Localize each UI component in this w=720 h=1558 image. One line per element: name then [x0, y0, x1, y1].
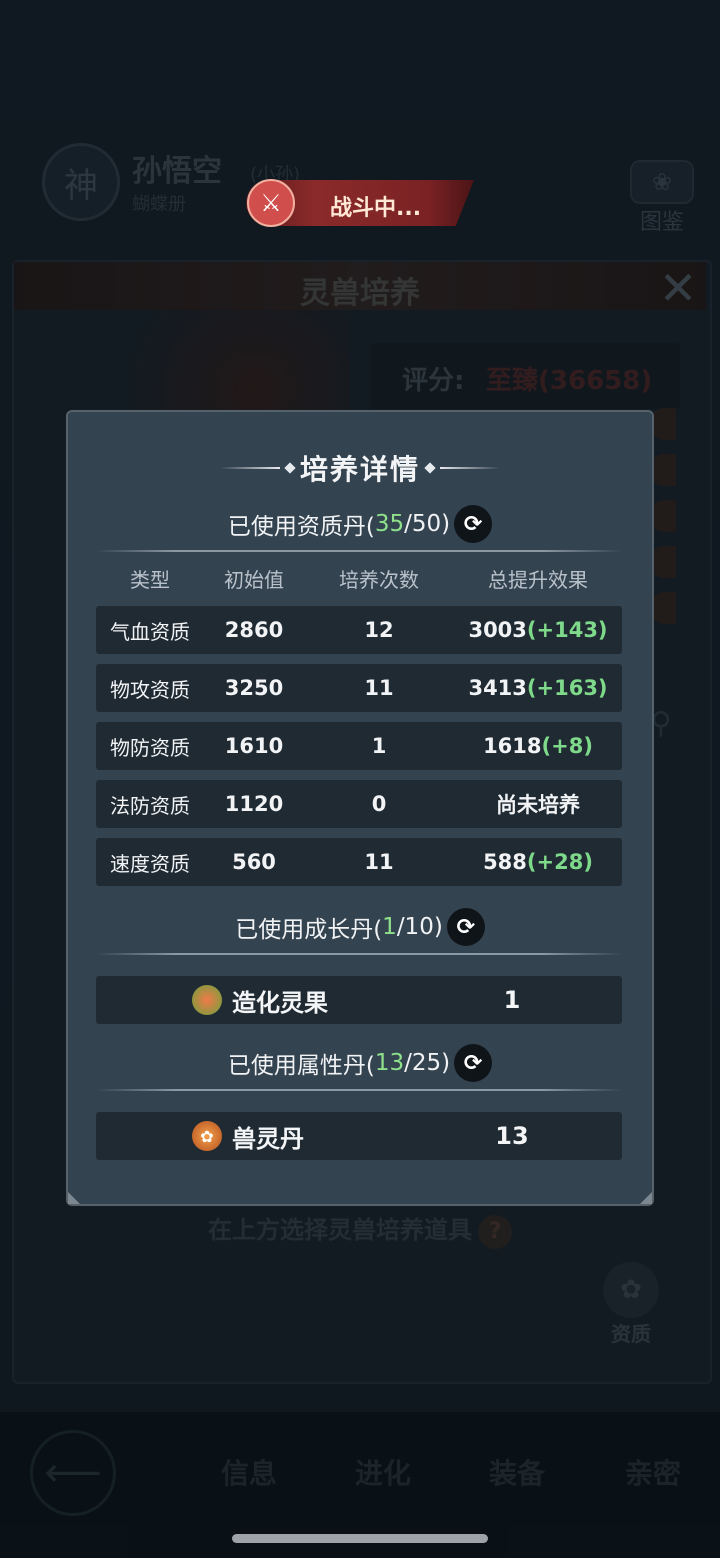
row-bonus: (+8) — [541, 734, 593, 758]
modal-title-bar: 培养详情 — [66, 448, 654, 488]
growth-pill-usage: 已使用成长丹(1/10) ⟳ — [66, 905, 654, 949]
divider — [96, 1089, 622, 1091]
attribute-pill-prefix: 已使用属性丹( — [227, 1053, 375, 1079]
attribute-item-name: 兽灵丹 — [232, 1124, 304, 1153]
table-row: 法防资质 1120 0 尚未培养 — [96, 780, 622, 828]
divider — [96, 550, 622, 552]
row-initial: 2860 — [224, 618, 284, 642]
divider — [96, 953, 622, 955]
row-total-value: 588 — [483, 850, 527, 874]
battle-status-text: 战斗中... — [330, 196, 422, 221]
row-total: 1618(+8) — [454, 734, 622, 758]
row-total: 尚未培养 — [454, 789, 622, 819]
aptitude-pill-usage: 已使用资质丹(35/50) ⟳ — [66, 502, 654, 546]
table-row: 物防资质 1610 1 1618(+8) — [96, 722, 622, 770]
fruit-icon — [192, 985, 222, 1015]
growth-pill-suffix: /10) — [396, 914, 443, 940]
col-total: 总提升效果 — [488, 567, 588, 592]
attribute-item-count: 13 — [495, 1122, 529, 1150]
row-total-value: 3413 — [468, 676, 527, 700]
crossed-swords-icon: ⚔ — [247, 179, 295, 227]
refresh-icon[interactable]: ⟳ — [446, 908, 485, 946]
attribute-item-row: ✿ 兽灵丹 13 — [96, 1112, 622, 1160]
row-total: 3003(+143) — [454, 618, 622, 642]
home-indicator[interactable] — [232, 1534, 488, 1543]
table-header: 类型 初始值 培养次数 总提升效果 — [96, 560, 622, 596]
row-times: 11 — [364, 850, 394, 874]
row-times: 11 — [364, 676, 394, 700]
row-initial: 560 — [232, 850, 276, 874]
row-initial: 3250 — [224, 676, 284, 700]
row-initial: 1120 — [224, 792, 284, 816]
refresh-icon[interactable]: ⟳ — [454, 505, 493, 543]
row-total: 3413(+163) — [454, 676, 622, 700]
row-type: 物防资质 — [110, 735, 190, 760]
col-times: 培养次数 — [339, 567, 419, 592]
row-type: 气血资质 — [110, 619, 190, 644]
aptitude-pill-suffix: /50) — [404, 511, 451, 537]
refresh-icon[interactable]: ⟳ — [454, 1044, 493, 1082]
aptitude-pill-used: 35 — [374, 511, 405, 537]
title-diamond — [284, 462, 296, 474]
table-row: 气血资质 2860 12 3003(+143) — [96, 606, 622, 654]
row-times: 1 — [371, 734, 387, 758]
row-total: 588(+28) — [454, 850, 622, 874]
title-line-left — [219, 467, 280, 469]
modal-title: 培养详情 — [299, 453, 420, 486]
row-bonus: (+163) — [526, 676, 608, 700]
title-line-right — [440, 467, 500, 469]
growth-item-count: 1 — [503, 986, 521, 1014]
row-type: 速度资质 — [110, 851, 190, 876]
growth-item-name: 造化灵果 — [232, 988, 328, 1017]
paw-pill-icon: ✿ — [192, 1121, 222, 1151]
row-bonus: (+143) — [526, 618, 608, 642]
col-type: 类型 — [130, 567, 170, 592]
attribute-pill-used: 13 — [374, 1050, 405, 1076]
row-type: 物攻资质 — [110, 677, 190, 702]
growth-item-row: 造化灵果 1 — [96, 976, 622, 1024]
attribute-pill-suffix: /25) — [404, 1050, 451, 1076]
row-type: 法防资质 — [110, 793, 190, 818]
row-total-value: 3003 — [468, 618, 527, 642]
table-row: 速度资质 560 11 588(+28) — [96, 838, 622, 886]
row-times: 12 — [364, 618, 394, 642]
growth-pill-used: 1 — [382, 914, 397, 940]
aptitude-pill-prefix: 已使用资质丹( — [227, 514, 375, 540]
attribute-pill-usage: 已使用属性丹(13/25) ⟳ — [66, 1041, 654, 1085]
row-initial: 1610 — [224, 734, 284, 758]
title-diamond — [424, 462, 436, 474]
row-times: 0 — [371, 792, 387, 816]
table-row: 物攻资质 3250 11 3413(+163) — [96, 664, 622, 712]
col-initial: 初始值 — [224, 567, 284, 592]
row-total-value: 尚未培养 — [496, 793, 580, 817]
row-bonus: (+28) — [526, 850, 593, 874]
row-total-value: 1618 — [483, 734, 542, 758]
growth-pill-prefix: 已使用成长丹( — [235, 917, 383, 943]
